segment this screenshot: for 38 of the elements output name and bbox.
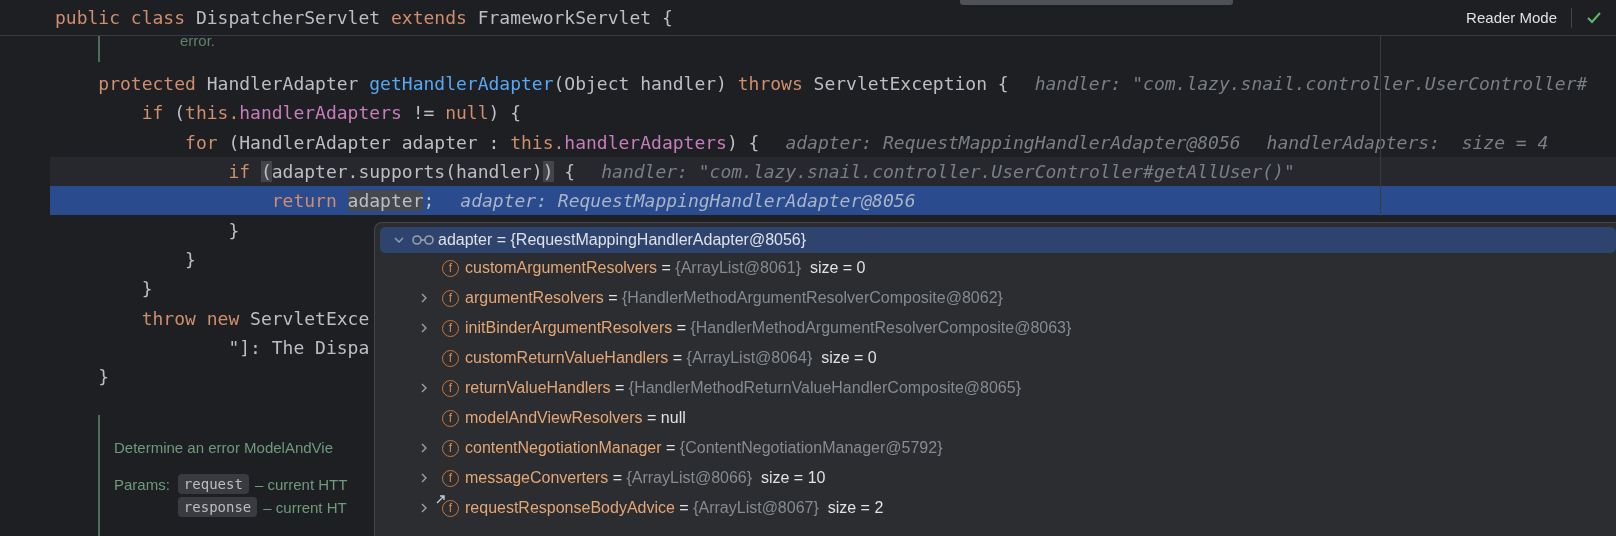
code-line: throw new ServletExce [140,307,370,329]
doc-text: error. [180,32,215,51]
code-line: return adapter; [270,190,435,212]
code-line: } [227,219,240,241]
code-line: "]: The Dispa [227,336,370,358]
tree-item[interactable]: f messageConverters = {ArrayList@8066} size = 10 [380,463,1616,494]
tree-item[interactable]: f initBinderArgumentResolvers = {HandlerMethodArgumentResolverComposite@8063} [380,313,1616,344]
tree-item[interactable]: f argumentResolvers = {HandlerMethodArgumentResolverComposite@8062} [380,283,1616,314]
param-description: – current HT [263,498,347,516]
code-line: } [140,278,153,300]
tree-item[interactable]: f requestResponseBodyAdvice = {ArrayList@8067} size = 2 [380,493,1616,524]
code-line: } [184,248,196,270]
code-line: public class DispatcherServlet extends FrameworkServlet { [55,7,673,28]
tree-item[interactable]: f customArgumentResolvers = {ArrayList@8061} size = 0 [380,253,1616,284]
glasses-icon [412,234,434,247]
scrollbar-thumb[interactable] [960,0,1233,5]
inlay-hint: adapter: RequestMappingHandlerAdapter@8056 [460,190,916,212]
doc-text: Determine an error ModelAndVie [114,439,333,457]
param-description: – current HTT [254,475,348,493]
param-name: request [177,474,249,495]
inlay-hint: adapter: RequestMappingHandlerAdapter@8056 [785,131,1241,153]
code-line: for (HandlerAdapter adapter : this.handlerAdapters) { [184,131,760,153]
tree-item[interactable]: f returnValueHandlers = {HandlerMethodReturnValueHandlerComposite@8065} [380,373,1616,404]
check-icon[interactable] [1586,10,1602,25]
tree-item[interactable]: f customReturnValueHandlers = {ArrayList@8064} size = 0 [380,343,1616,374]
params-label: Params: [114,475,170,493]
code-line: if (adapter.supports(handler)) { [227,161,576,183]
code-line: if (this.handlerAdapters != null) { [140,102,522,124]
tree-item[interactable]: adapter = {RequestMappingHandlerAdapter@8056} [380,227,1616,254]
param-name: response [177,497,258,518]
tree-item[interactable]: f modelAndViewResolvers = null [380,403,1616,434]
inlay-hint: handler: "com.lazy.snail.controller.UserController# [1034,73,1588,95]
reader-mode-link[interactable]: Reader Mode [1466,9,1557,26]
tree-item[interactable]: f contentNegotiationManager = {ContentNegotiationManager@5792} [380,433,1616,464]
inlay-hint: handler: "com.lazy.snail.controller.UserController#getAllUser()" [601,161,1295,183]
code-line: protected HandlerAdapter getHandlerAdapter(Object handler) throws ServletException { [97,73,1009,95]
code-line: } [97,366,110,388]
inlay-hint: handlerAdapters: size = 4 [1266,131,1549,153]
